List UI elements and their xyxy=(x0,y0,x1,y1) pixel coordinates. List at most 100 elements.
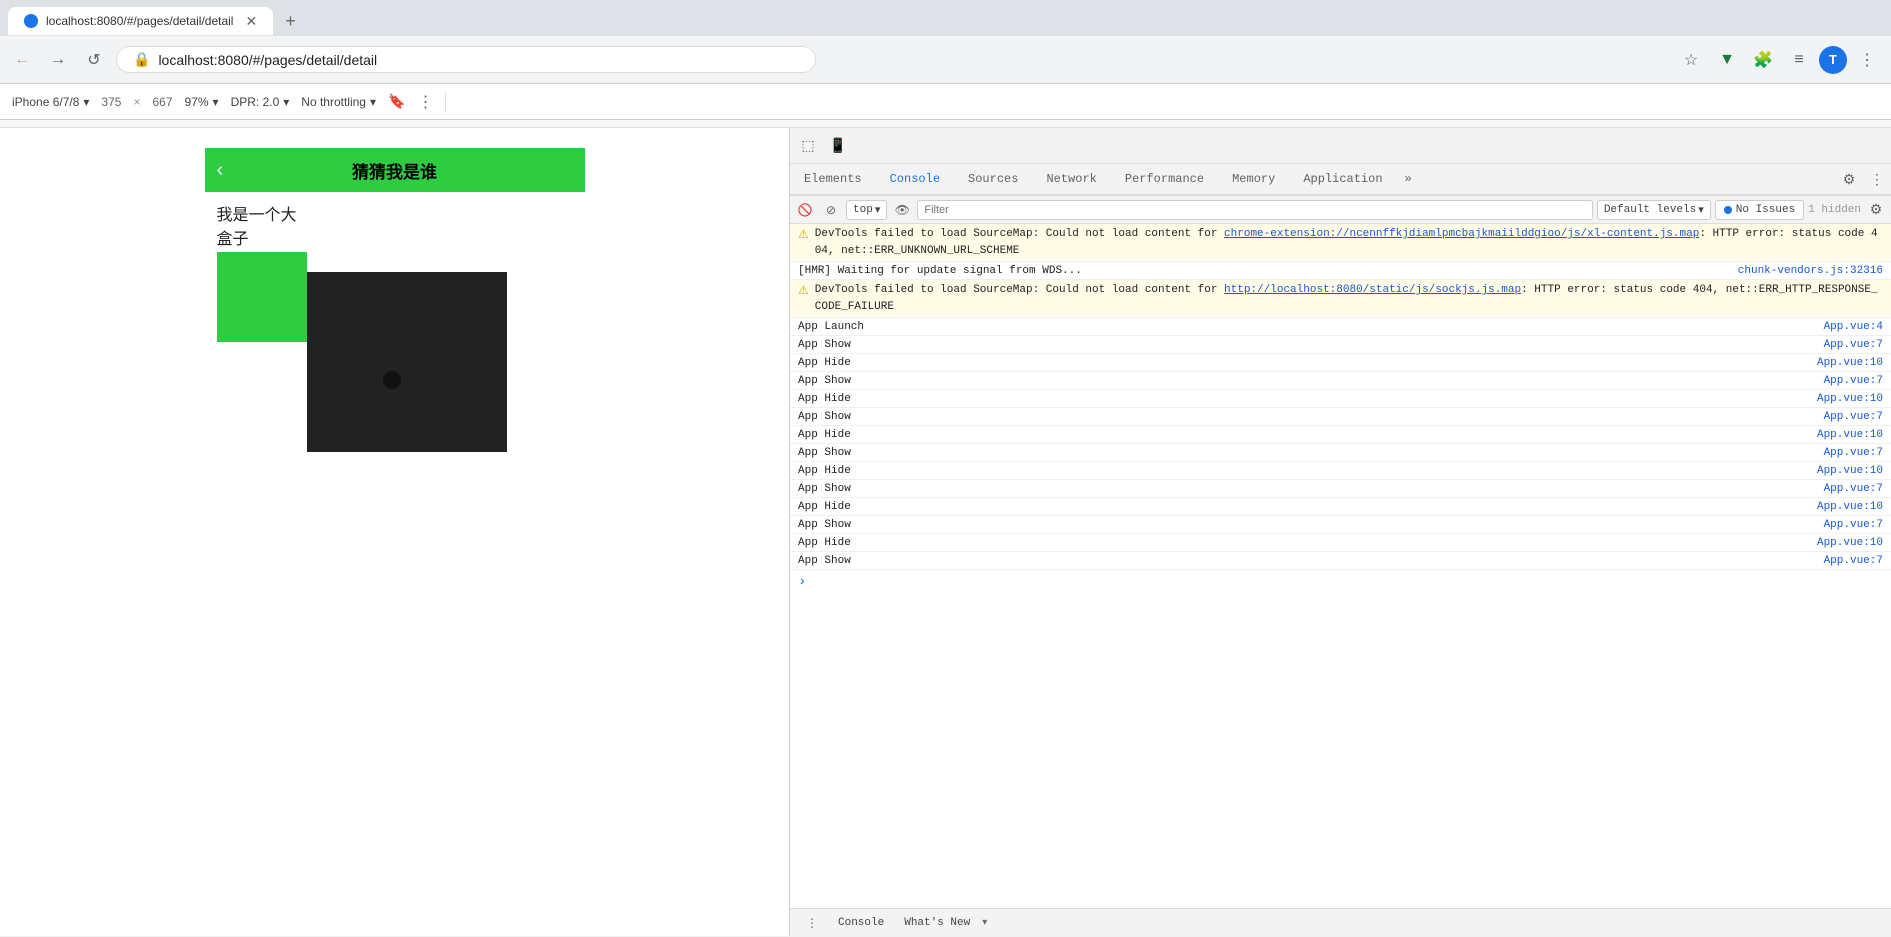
app-hide-5-source[interactable]: App.vue:10 xyxy=(1817,501,1883,513)
console-message-warning-1: ⚠ DevTools failed to load SourceMap: Cou… xyxy=(790,224,1891,262)
zoom-selector[interactable]: 97% ▾ xyxy=(185,95,219,109)
app-hide-6-text: App Hide xyxy=(798,537,851,549)
tab-console[interactable]: Console xyxy=(876,164,954,196)
app-hide-1-source[interactable]: App.vue:10 xyxy=(1817,357,1883,369)
dpr-selector[interactable]: DPR: 2.0 ▾ xyxy=(231,95,290,109)
dt-bottom-whatsnew-tab[interactable]: What's New xyxy=(896,915,978,931)
dt-bottom-menu-icon[interactable]: ⋮ xyxy=(798,909,826,937)
dt-bottom-chevron-icon[interactable]: ▾ xyxy=(982,917,987,929)
profile-button[interactable]: T xyxy=(1819,46,1847,74)
tab-bar: localhost:8080/#/pages/detail/detail ✕ + xyxy=(0,0,1891,36)
console-filter-button[interactable]: ⊘ xyxy=(820,199,842,221)
tab-elements[interactable]: Elements xyxy=(790,164,876,196)
console-context-value: top xyxy=(853,204,873,216)
device-height: 667 xyxy=(152,95,172,109)
app-show-1-text: App Show xyxy=(798,339,851,351)
content-blocks: 我是一个大盒子 xyxy=(217,204,573,452)
block-row xyxy=(217,252,507,452)
console-msg-app-launch: App Launch App.vue:4 xyxy=(790,318,1891,336)
more-button[interactable]: ⋮ xyxy=(1851,44,1883,76)
sourcemap-link-2[interactable]: http://localhost:8080/static/js/sockjs.j… xyxy=(1224,284,1521,296)
throttle-selector[interactable]: No throttling ▾ xyxy=(301,95,376,109)
console-filter-input[interactable] xyxy=(917,200,1592,220)
star-button[interactable]: ☆ xyxy=(1675,44,1707,76)
app-launch-source[interactable]: App.vue:4 xyxy=(1824,321,1883,333)
console-prompt: › xyxy=(790,570,1891,594)
app-show-3-source[interactable]: App.vue:7 xyxy=(1824,411,1883,423)
mobile-body: 我是一个大盒子 xyxy=(205,192,585,464)
extension-icon[interactable]: ▼ xyxy=(1711,44,1743,76)
app-show-2-source[interactable]: App.vue:7 xyxy=(1824,375,1883,387)
forward-button[interactable]: → xyxy=(44,46,72,74)
new-tab-btn[interactable]: + xyxy=(277,11,304,32)
address-bar[interactable]: 🔒 localhost:8080/#/pages/detail/detail xyxy=(116,46,816,73)
app-hide-4-text: App Hide xyxy=(798,465,851,477)
zoom-chevron-icon: ▾ xyxy=(213,95,219,109)
tab-sources[interactable]: Sources xyxy=(954,164,1032,196)
page-preview: ‹ 猜猜我是谁 我是一个大盒子 xyxy=(0,128,790,936)
dt-inspect-button[interactable]: ⬚ xyxy=(794,132,822,160)
hidden-count[interactable]: 1 hidden xyxy=(1808,204,1861,216)
console-msg-app-show-2: App Show App.vue:7 xyxy=(790,372,1891,390)
console-level-dropdown[interactable]: Default levels ▾ xyxy=(1597,200,1711,220)
hmr-text: [HMR] Waiting for update signal from WDS… xyxy=(798,265,1082,277)
context-chevron-icon: ▾ xyxy=(875,203,881,217)
console-settings-button[interactable]: ⚙ xyxy=(1865,199,1887,221)
dt-bottom-console-tab[interactable]: Console xyxy=(830,915,892,931)
console-issues-badge[interactable]: No Issues xyxy=(1715,200,1804,220)
console-msg-app-show-4: App Show App.vue:7 xyxy=(790,444,1891,462)
dt-tab-more-button[interactable]: » xyxy=(1397,164,1420,194)
mobile-back-button[interactable]: ‹ xyxy=(217,159,224,182)
app-hide-6-source[interactable]: App.vue:10 xyxy=(1817,537,1883,549)
tab-network[interactable]: Network xyxy=(1032,164,1110,196)
green-box xyxy=(217,252,307,342)
app-hide-2-text: App Hide xyxy=(798,393,851,405)
tab-performance[interactable]: Performance xyxy=(1111,164,1218,196)
app-hide-3-source[interactable]: App.vue:10 xyxy=(1817,429,1883,441)
menu-button[interactable]: ≡ xyxy=(1783,44,1815,76)
device-chevron-icon: ▾ xyxy=(83,95,89,109)
dt-settings-button[interactable]: ⚙ xyxy=(1835,165,1863,193)
tab-memory[interactable]: Memory xyxy=(1218,164,1289,196)
app-show-4-source[interactable]: App.vue:7 xyxy=(1824,447,1883,459)
app-show-5-source[interactable]: App.vue:7 xyxy=(1824,483,1883,495)
mobile-title: 猜猜我是谁 xyxy=(352,158,437,183)
app-hide-2-source[interactable]: App.vue:10 xyxy=(1817,393,1883,405)
dt-device-button[interactable]: 📱 xyxy=(824,132,852,160)
console-msg-app-show-7: App Show App.vue:7 xyxy=(790,552,1891,570)
app-show-3-text: App Show xyxy=(798,411,851,423)
ruler-bar xyxy=(0,120,1891,128)
app-show-6-text: App Show xyxy=(798,519,851,531)
tab-application[interactable]: Application xyxy=(1289,164,1396,196)
issues-text: No Issues xyxy=(1736,204,1795,216)
console-context-dropdown[interactable]: top ▾ xyxy=(846,200,887,220)
throttle-chevron-icon: ▾ xyxy=(370,95,376,109)
console-input[interactable] xyxy=(812,575,1883,589)
tab-close-icon[interactable]: ✕ xyxy=(245,13,257,30)
console-clear-button[interactable]: 🚫 xyxy=(794,199,816,221)
puzzle-button[interactable]: 🧩 xyxy=(1747,44,1779,76)
dpr-value: DPR: 2.0 xyxy=(231,95,280,109)
app-show-7-source[interactable]: App.vue:7 xyxy=(1824,555,1883,567)
dt-top-toolbar: ⬚ 📱 xyxy=(790,128,1891,164)
dt-tab-bar: Elements Console Sources Network Perform… xyxy=(790,164,1891,196)
browser-tab[interactable]: localhost:8080/#/pages/detail/detail ✕ xyxy=(8,7,273,35)
console-messages[interactable]: ⚠ DevTools failed to load SourceMap: Cou… xyxy=(790,224,1891,908)
app-show-1-source[interactable]: App.vue:7 xyxy=(1824,339,1883,351)
console-msg-app-hide-4: App Hide App.vue:10 xyxy=(790,462,1891,480)
device-bar: iPhone 6/7/8 ▾ 375 × 667 97% ▾ DPR: 2.0 … xyxy=(0,84,1891,120)
app-show-6-source[interactable]: App.vue:7 xyxy=(1824,519,1883,531)
level-chevron-icon: ▾ xyxy=(1698,203,1704,217)
console-msg-app-hide-6: App Hide App.vue:10 xyxy=(790,534,1891,552)
app-show-2-text: App Show xyxy=(798,375,851,387)
back-button[interactable]: ← xyxy=(8,46,36,74)
sourcemap-link-1[interactable]: chrome-extension://ncennffkjdiamlpmcbajk… xyxy=(1224,228,1699,240)
device-selector[interactable]: iPhone 6/7/8 ▾ xyxy=(12,95,89,109)
device-more-button[interactable]: ⋮ xyxy=(417,92,433,112)
hmr-source[interactable]: chunk-vendors.js:32316 xyxy=(1738,265,1883,277)
app-hide-4-source[interactable]: App.vue:10 xyxy=(1817,465,1883,477)
console-eye-button[interactable]: 👁 xyxy=(891,199,913,221)
reload-button[interactable]: ↺ xyxy=(80,46,108,74)
dt-more-button[interactable]: ⋮ xyxy=(1863,165,1891,193)
bookmarks-icon[interactable]: 🔖 xyxy=(388,93,405,110)
